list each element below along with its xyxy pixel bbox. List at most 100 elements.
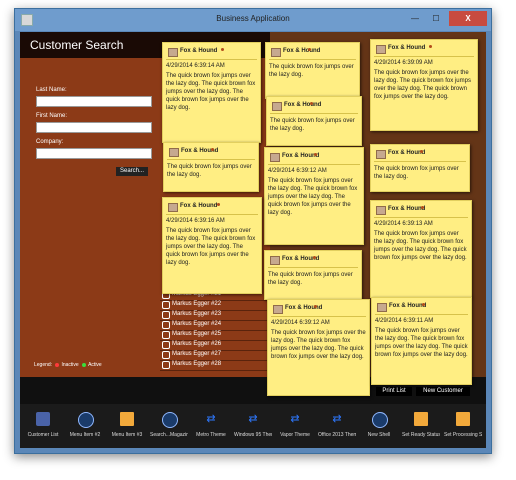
note-title: Fox & Hound [389, 303, 427, 309]
sticky-note[interactable]: Fox & Hound The quick brown fox jumps ov… [163, 142, 259, 192]
note-icon [270, 256, 280, 265]
sticky-note[interactable]: Fox & Hound 4/29/2014 6:39:13 AM The qui… [370, 200, 472, 298]
pin-icon [313, 305, 317, 308]
note-date: 4/29/2014 6:39:16 AM [166, 218, 225, 224]
sticky-note[interactable]: Fox & Hound 4/29/2014 6:39:11 AM The qui… [371, 297, 472, 385]
maximize-button[interactable]: ☐ [426, 11, 446, 26]
pin-icon [313, 256, 316, 259]
note-body: The quick brown fox jumps over the lazy … [270, 118, 355, 133]
bottom-toolbar: Customer List Menu Item #2 Menu Item #3 … [20, 404, 486, 448]
toolbar-item-set-ready-status[interactable]: Set Ready Status [402, 408, 440, 444]
sticky-note[interactable]: Fox & Hound 4/29/2014 6:39:12 AM The qui… [267, 299, 370, 396]
note-date: 4/29/2014 6:39:14 AM [166, 63, 225, 69]
company-label: Company: [36, 139, 64, 145]
pin-icon [211, 148, 214, 151]
home-icon [162, 321, 170, 329]
note-date: 4/29/2014 6:39:12 AM [271, 320, 330, 326]
note-icon [271, 48, 281, 57]
sticky-note[interactable]: Fox & Hound 4/29/2014 6:39:12 AM The qui… [264, 147, 364, 245]
note-body: The quick brown fox jumps over the lazy … [269, 64, 354, 79]
toolbar-item-customer-list[interactable]: Customer List [24, 408, 62, 444]
note-title: Fox & Hound [283, 48, 321, 54]
note-body: The quick brown fox jumps over the lazy … [375, 328, 468, 359]
toolbar-item-new-shell[interactable]: New Shell [360, 408, 398, 444]
title-bar[interactable]: Business Application — ☐ X [15, 9, 491, 31]
sticky-note[interactable]: Fox & Hound 4/29/2014 6:39:16 AM The qui… [162, 197, 262, 294]
legend-label: Legend: [34, 362, 53, 368]
toolbar-item-menu-2[interactable]: Menu Item #2 [66, 408, 104, 444]
sticky-note[interactable]: Fox & Hound The quick brown fox jumps ov… [266, 96, 362, 146]
print-list-button[interactable]: Print List [376, 387, 412, 396]
sync-arrows-icon: ⇄ [332, 413, 342, 425]
home-icon [162, 341, 170, 349]
sticky-note[interactable]: Fox & Hound The quick brown fox jumps ov… [370, 144, 470, 192]
note-body: The quick brown fox jumps over the lazy … [374, 70, 471, 101]
new-customer-button[interactable]: New Customer [416, 387, 470, 396]
note-date: 4/29/2014 6:39:11 AM [375, 318, 434, 324]
sync-arrows-icon: ⇄ [248, 413, 258, 425]
toolbar-item-metro-theme[interactable]: ⇄ Metro Theme [192, 408, 230, 444]
first-name-label: First Name: [36, 113, 68, 119]
note-date: 4/29/2014 6:39:12 AM [268, 168, 327, 174]
document-icon [120, 412, 134, 426]
app-window: Business Application — ☐ X Customer Sear… [14, 8, 492, 454]
note-icon [376, 150, 386, 159]
list-item[interactable]: Markus Egger #28 [160, 360, 270, 371]
toolbar-item-menu-3[interactable]: Menu Item #3 [108, 408, 146, 444]
note-icon [377, 303, 387, 312]
note-date: 4/29/2014 6:39:13 AM [374, 221, 433, 227]
note-title: Fox & Hound [180, 48, 218, 54]
sticky-note[interactable]: Fox & Hound The quick brown fox jumps ov… [264, 250, 362, 300]
note-date: 4/29/2014 6:39:09 AM [374, 60, 433, 66]
active-dot [82, 362, 87, 367]
pin-icon [420, 150, 423, 153]
globe-icon [162, 412, 178, 428]
sticky-note[interactable]: Fox & Hound 4/29/2014 6:39:09 AM The qui… [370, 39, 478, 131]
note-body: The quick brown fox jumps over the lazy … [167, 164, 252, 179]
toolbar-item-office2013-theme[interactable]: ⇄ Office 2013 Theme [318, 408, 356, 444]
minimize-button[interactable]: — [405, 11, 425, 26]
first-name-input[interactable] [36, 122, 152, 133]
home-icon [162, 351, 170, 359]
sticky-note[interactable]: Fox & Hound 4/29/2014 6:39:14 AM The qui… [162, 42, 261, 143]
legend-active: Active [88, 362, 102, 368]
toolbar-item-search-magazines[interactable]: Search...Magazines [150, 408, 188, 444]
last-name-input[interactable] [36, 96, 152, 107]
note-body: The quick brown fox jumps over the lazy … [166, 228, 256, 267]
note-body: The quick brown fox jumps over the lazy … [271, 330, 366, 361]
note-body: The quick brown fox jumps over the lazy … [166, 73, 256, 112]
pin-icon [429, 45, 432, 48]
pin-icon [216, 203, 220, 206]
note-body: The quick brown fox jumps over the lazy … [268, 272, 353, 287]
note-title: Fox & Hound [388, 45, 426, 51]
note-icon [168, 203, 178, 212]
note-title: Fox & Hound [388, 206, 426, 212]
toolbar-item-windows95-theme[interactable]: ⇄ Windows 95 Theme [234, 408, 272, 444]
search-button[interactable]: Search... [116, 167, 148, 176]
note-body: The quick brown fox jumps over the lazy … [268, 178, 358, 217]
panel-title: Customer Search [30, 38, 124, 52]
sticky-note[interactable]: Fox & Hound The quick brown fox jumps ov… [265, 42, 360, 99]
note-icon [168, 48, 178, 57]
note-title: Fox & Hound [180, 203, 218, 209]
people-icon [36, 412, 50, 426]
note-icon [376, 206, 386, 215]
pin-icon [421, 303, 425, 306]
toolbar-item-vapor-theme[interactable]: ⇄ Vapor Theme [276, 408, 314, 444]
pin-icon [314, 153, 317, 156]
note-title: Fox & Hound [284, 102, 322, 108]
home-icon [162, 311, 170, 319]
client-area: Customer Search Last Name: First Name: C… [20, 32, 486, 448]
sync-arrows-icon: ⇄ [290, 413, 300, 425]
home-icon [162, 301, 170, 309]
legend-inactive: Inactive [61, 362, 79, 368]
pin-icon [220, 48, 224, 51]
toolbar-item-set-processing-status[interactable]: Set Processing Status [444, 408, 482, 444]
note-body: The quick brown fox jumps over the lazy … [374, 231, 467, 262]
globe-icon [78, 412, 94, 428]
pin-icon [421, 206, 424, 209]
close-button[interactable]: X [449, 11, 487, 26]
company-input[interactable] [36, 148, 152, 159]
home-icon [162, 361, 170, 369]
note-icon [169, 148, 179, 157]
